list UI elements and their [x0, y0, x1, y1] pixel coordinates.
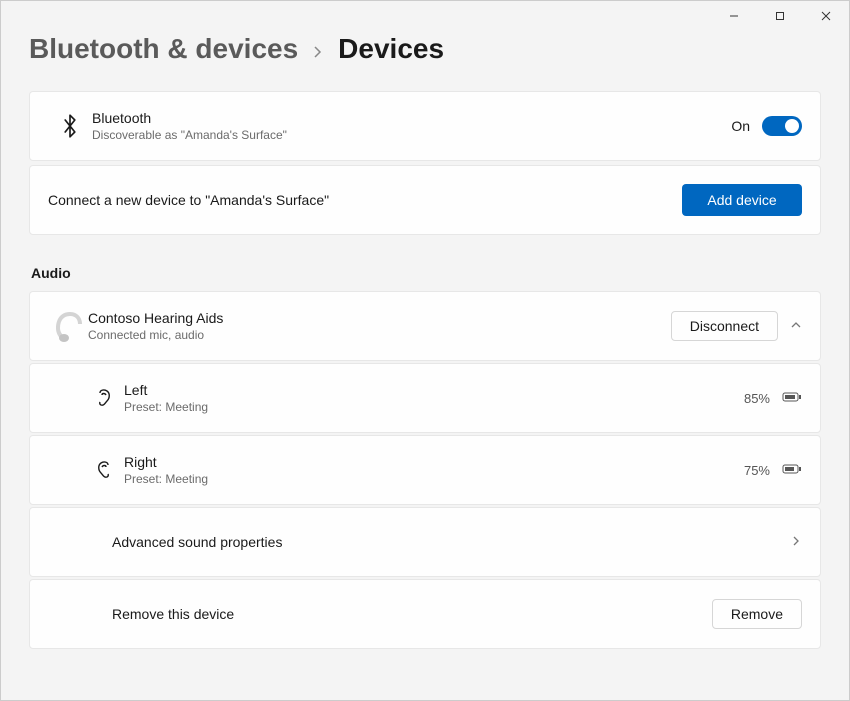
advanced-sound-card[interactable]: Advanced sound properties — [29, 507, 821, 577]
bluetooth-subtitle: Discoverable as "Amanda's Surface" — [92, 128, 731, 142]
add-device-button[interactable]: Add device — [682, 184, 802, 216]
right-preset: Preset: Meeting — [124, 472, 744, 486]
disconnect-button[interactable]: Disconnect — [671, 311, 778, 341]
audio-section-header: Audio — [31, 265, 821, 281]
ear-right-icon — [84, 461, 124, 479]
maximize-button[interactable] — [757, 1, 803, 31]
chevron-right-icon — [790, 535, 802, 550]
window-controls — [711, 1, 849, 31]
device-header-card[interactable]: Contoso Hearing Aids Connected mic, audi… — [29, 291, 821, 361]
breadcrumb-parent[interactable]: Bluetooth & devices — [29, 33, 298, 65]
close-button[interactable] — [803, 1, 849, 31]
left-battery: 85% — [744, 391, 770, 406]
remove-device-card: Remove this device Remove — [29, 579, 821, 649]
battery-icon — [782, 390, 802, 406]
minimize-button[interactable] — [711, 1, 757, 31]
device-name: Contoso Hearing Aids — [88, 310, 671, 326]
breadcrumb-current: Devices — [338, 33, 444, 65]
bluetooth-title: Bluetooth — [92, 110, 731, 126]
right-battery: 75% — [744, 463, 770, 478]
chevron-up-icon[interactable] — [790, 319, 802, 334]
left-label: Left — [124, 382, 744, 398]
bluetooth-icon — [48, 114, 92, 138]
bluetooth-toggle[interactable] — [762, 116, 802, 136]
hearing-aid-icon — [48, 306, 88, 346]
connect-text: Connect a new device to "Amanda's Surfac… — [48, 192, 682, 208]
ear-left-icon — [84, 389, 124, 407]
bluetooth-state-label: On — [731, 118, 750, 134]
right-label: Right — [124, 454, 744, 470]
device-status: Connected mic, audio — [88, 328, 671, 342]
left-preset: Preset: Meeting — [124, 400, 744, 414]
breadcrumb: Bluetooth & devices Devices — [29, 33, 821, 65]
right-ear-card: Right Preset: Meeting 75% — [29, 435, 821, 505]
left-ear-card: Left Preset: Meeting 85% — [29, 363, 821, 433]
advanced-sound-label: Advanced sound properties — [112, 534, 790, 550]
battery-icon — [782, 462, 802, 478]
remove-button[interactable]: Remove — [712, 599, 802, 629]
remove-device-label: Remove this device — [112, 606, 712, 622]
chevron-right-icon — [312, 42, 324, 63]
connect-card: Connect a new device to "Amanda's Surfac… — [29, 165, 821, 235]
bluetooth-card: Bluetooth Discoverable as "Amanda's Surf… — [29, 91, 821, 161]
